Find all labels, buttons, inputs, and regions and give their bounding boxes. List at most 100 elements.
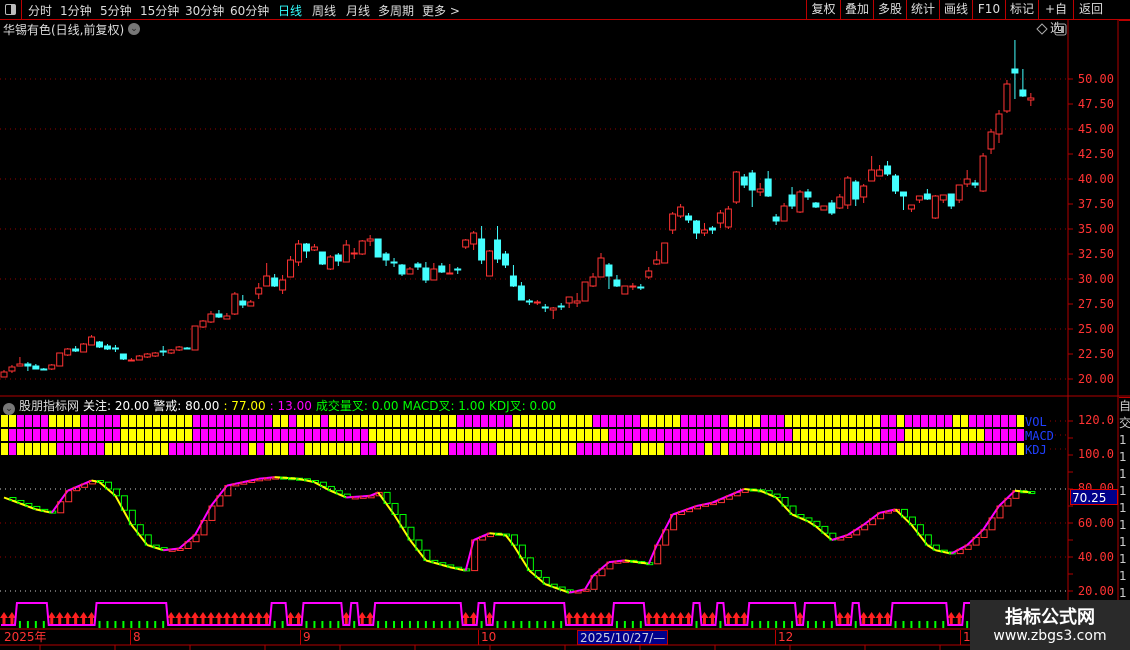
oscillator-line	[871, 511, 881, 520]
right-info-strip-bottom[interactable]: 自交11111111111	[1119, 397, 1130, 600]
oscillator-line	[178, 540, 188, 550]
chart-canvas[interactable]: VOLMACDKDJ	[0, 0, 1130, 650]
candle	[111, 347, 119, 350]
signal-cell	[161, 429, 168, 441]
signal-cell	[297, 429, 304, 441]
signal-cell	[1009, 429, 1016, 441]
oscillator-line	[83, 479, 92, 485]
signal-cell	[1009, 415, 1016, 427]
candle	[103, 345, 111, 350]
watermark-title: 指标公式网	[1005, 607, 1095, 628]
signal-cell	[81, 443, 88, 455]
signal-cell	[41, 443, 48, 455]
indicator-param: : 77.00	[223, 399, 266, 413]
signal-cell	[289, 443, 296, 455]
candle	[350, 252, 358, 255]
signal-cell	[441, 429, 448, 441]
date-tick-label: 12	[775, 630, 793, 645]
signal-cell	[441, 415, 448, 427]
signal-cell	[985, 443, 992, 455]
signal-cell	[25, 443, 32, 455]
signal-cell	[625, 429, 632, 441]
signal-cell	[161, 415, 168, 427]
oscillator-line	[520, 557, 531, 572]
price-tick-label: 20.00	[1077, 372, 1114, 386]
indicator-tick-label: 20.00	[1077, 584, 1114, 598]
signal-cell	[921, 415, 928, 427]
signal-cell	[505, 443, 512, 455]
candle	[64, 348, 72, 356]
candle	[1003, 83, 1011, 112]
candle	[756, 188, 764, 193]
candle	[191, 325, 199, 351]
candle	[963, 178, 971, 185]
signal-cell	[993, 429, 1000, 441]
arrow-up-icon	[246, 612, 255, 626]
signal-cell	[281, 429, 288, 441]
candle	[573, 300, 581, 304]
watermark-url: www.zbgs3.com	[993, 628, 1107, 644]
signal-cell	[321, 415, 328, 427]
signal-cell	[281, 443, 288, 455]
signal-cell	[273, 429, 280, 441]
signal-cell	[649, 443, 656, 455]
candle	[995, 113, 1003, 135]
candle	[175, 346, 183, 351]
signal-cell	[841, 429, 848, 441]
price-tick-label: 30.00	[1077, 272, 1114, 286]
arrow-up-icon	[175, 612, 184, 626]
indicator-tick-label: 100.0	[1077, 447, 1114, 461]
signal-cell	[273, 415, 280, 427]
oscillator-line	[655, 529, 666, 546]
signal-cell	[969, 415, 976, 427]
signal-cell	[385, 429, 392, 441]
strip-item: 交	[1119, 416, 1130, 430]
signal-cell	[985, 429, 992, 441]
signal-cell	[481, 415, 488, 427]
right-info-strip-top[interactable]	[1119, 20, 1130, 396]
signal-cell	[745, 443, 752, 455]
signal-cell	[561, 415, 568, 427]
candle	[318, 251, 326, 265]
signal-cell	[345, 443, 352, 455]
signal-cell	[593, 415, 600, 427]
signal-cell	[265, 415, 272, 427]
signal-cell	[625, 443, 632, 455]
signal-cell	[953, 415, 960, 427]
signal-cell	[433, 443, 440, 455]
signal-cell	[89, 429, 96, 441]
signal-cell	[841, 415, 848, 427]
signal-cell	[921, 443, 928, 455]
signal-cell	[961, 443, 968, 455]
signal-cell	[777, 415, 784, 427]
arrow-up-icon	[71, 612, 80, 626]
strip-item: 1	[1119, 433, 1127, 447]
candle	[48, 364, 56, 370]
oscillator-line	[815, 525, 825, 534]
signal-cell	[601, 415, 608, 427]
arrow-up-icon	[55, 612, 64, 626]
signal-cell	[577, 443, 584, 455]
signal-cell	[1017, 415, 1024, 427]
signal-cell	[873, 415, 880, 427]
candle	[549, 307, 557, 311]
candle	[836, 196, 844, 209]
signal-cell	[57, 415, 64, 427]
signal-cell	[593, 443, 600, 455]
candle	[557, 305, 565, 308]
signal-cell	[777, 443, 784, 455]
signal-cell	[1001, 429, 1008, 441]
candle	[199, 320, 207, 328]
chevron-down-icon[interactable]: ⌄	[3, 403, 15, 415]
signal-cell	[657, 429, 664, 441]
price-tick-label: 35.00	[1077, 222, 1114, 236]
signal-cell	[529, 443, 536, 455]
oscillator-line	[202, 505, 212, 521]
strip-item: 1	[1119, 535, 1127, 549]
signal-cell	[297, 443, 304, 455]
signal-cell	[681, 443, 688, 455]
signal-cell	[945, 443, 952, 455]
oscillator-line	[918, 534, 929, 546]
row-label: MACD	[1025, 429, 1054, 443]
signal-cell	[665, 429, 672, 441]
